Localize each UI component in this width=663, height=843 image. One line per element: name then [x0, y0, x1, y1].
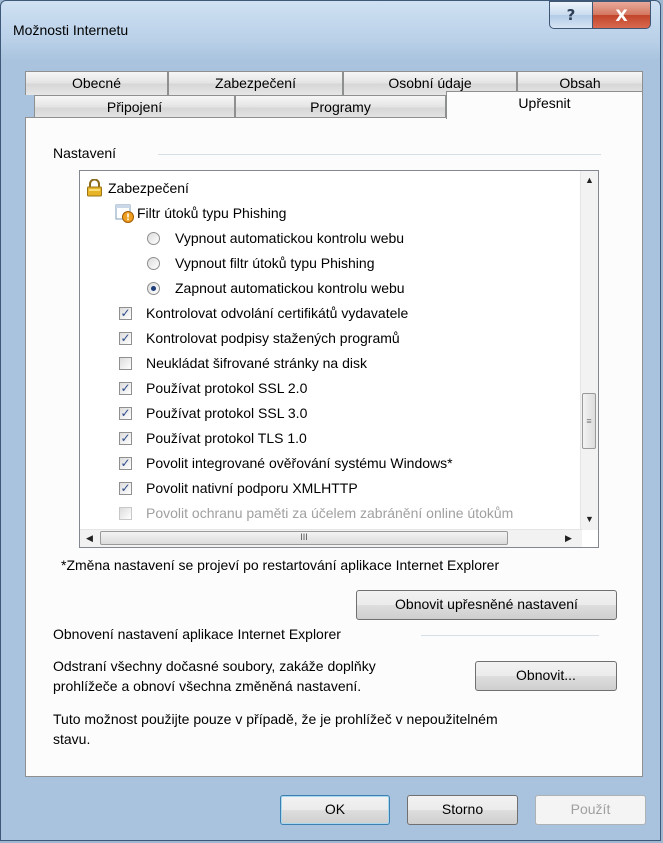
tree-item-label: Používat protokol TLS 1.0	[146, 430, 307, 446]
close-icon: X	[615, 5, 628, 25]
cancel-button[interactable]: Storno	[407, 795, 518, 825]
phishing-shield-icon	[115, 204, 134, 223]
ok-button[interactable]: OK	[280, 795, 390, 825]
radio-button[interactable]	[147, 232, 160, 245]
checkbox-checked[interactable]: ✓	[119, 407, 132, 420]
title-bar[interactable]: Možnosti Internetu ? X	[1, 1, 660, 45]
checkbox-checked[interactable]: ✓	[119, 382, 132, 395]
tree-item-label: Zabezpečení	[108, 180, 189, 196]
horizontal-scrollbar[interactable]: ◀ III ▶	[80, 529, 582, 547]
tree-item-label: Kontrolovat odvolání certifikátů vydavat…	[146, 305, 409, 321]
tree-item-label: Povolit ochranu paměti za účelem zabráně…	[146, 505, 514, 521]
vertical-scrollbar[interactable]: ▲ ≡ ▼	[580, 171, 598, 530]
horizontal-scroll-thumb[interactable]: III	[100, 531, 508, 545]
tree-item-label: Povolit integrované ověřování systému Wi…	[146, 455, 453, 471]
tree-item-label: Vypnout automatickou kontrolu webu	[175, 230, 405, 246]
tab-advanced[interactable]: Upřesnit	[446, 91, 643, 119]
scroll-down-icon[interactable]: ▼	[585, 514, 594, 524]
tree-item-label: Zapnout automatickou kontrolu webu	[175, 280, 405, 296]
checkbox-disabled	[119, 507, 132, 520]
restore-advanced-settings-button[interactable]: Obnovit upřesněné nastavení	[356, 590, 617, 620]
tree-item-label: Filtr útoků typu Phishing	[137, 205, 287, 221]
reset-warning-line1: Tuto možnost použijte pouze v případě, ž…	[53, 711, 498, 727]
checkbox-checked[interactable]: ✓	[119, 332, 132, 345]
radio-button[interactable]	[147, 257, 160, 270]
tree-item-label: Povolit nativní podporu XMLHTTP	[146, 480, 358, 496]
settings-group-divider	[158, 154, 601, 155]
tree-item-label: Neukládat šifrované stránky na disk	[146, 355, 367, 371]
reset-description-line1: Odstraní všechny dočasné soubory, zakáže…	[53, 658, 376, 674]
reset-button[interactable]: Obnovit...	[475, 661, 617, 691]
reset-warning-line2: stavu.	[53, 731, 91, 747]
reset-group-divider	[421, 635, 599, 636]
tab-programs[interactable]: Programy	[235, 95, 446, 119]
help-button[interactable]: ?	[549, 1, 593, 29]
tab-security[interactable]: Zabezpečení	[168, 71, 343, 95]
tab-connections[interactable]: Připojení	[34, 95, 235, 119]
checkbox-checked[interactable]: ✓	[119, 432, 132, 445]
vertical-scroll-thumb[interactable]: ≡	[582, 393, 596, 449]
tree-item-label: Kontrolovat podpisy stažených programů	[146, 330, 400, 346]
tree-item-label: Vypnout filtr útoků typu Phishing	[175, 255, 375, 271]
tree-item-label: Používat protokol SSL 2.0	[146, 380, 308, 396]
settings-tree[interactable]: Zabezpečení Filtr útoků typu Phishing Vy…	[79, 170, 599, 548]
help-icon: ?	[566, 6, 576, 24]
lock-icon	[87, 179, 102, 197]
settings-group-label: Nastavení	[53, 145, 125, 161]
scroll-right-icon[interactable]: ▶	[565, 533, 572, 544]
reset-description-line2: prohlížeče a obnoví všechna změněná nast…	[53, 678, 362, 694]
window-title: Možnosti Internetu	[13, 22, 129, 38]
reset-group-label: Obnovení nastavení aplikace Internet Exp…	[53, 626, 349, 642]
close-button[interactable]: X	[592, 1, 651, 29]
scroll-left-icon[interactable]: ◀	[86, 533, 93, 544]
checkbox-checked[interactable]: ✓	[119, 307, 132, 320]
scroll-up-icon[interactable]: ▲	[585, 175, 594, 185]
dialog-window: Možnosti Internetu ? X Obecné Zabezpečen…	[0, 0, 661, 841]
radio-button-selected[interactable]	[147, 282, 160, 295]
checkbox-checked[interactable]: ✓	[119, 457, 132, 470]
checkbox-unchecked[interactable]	[119, 357, 132, 370]
apply-button[interactable]: Použít	[535, 795, 646, 825]
checkbox-checked[interactable]: ✓	[119, 482, 132, 495]
tree-item-label: Používat protokol SSL 3.0	[146, 405, 308, 421]
restart-note: *Změna nastavení se projeví po restartov…	[61, 557, 500, 573]
tab-general[interactable]: Obecné	[25, 71, 168, 95]
